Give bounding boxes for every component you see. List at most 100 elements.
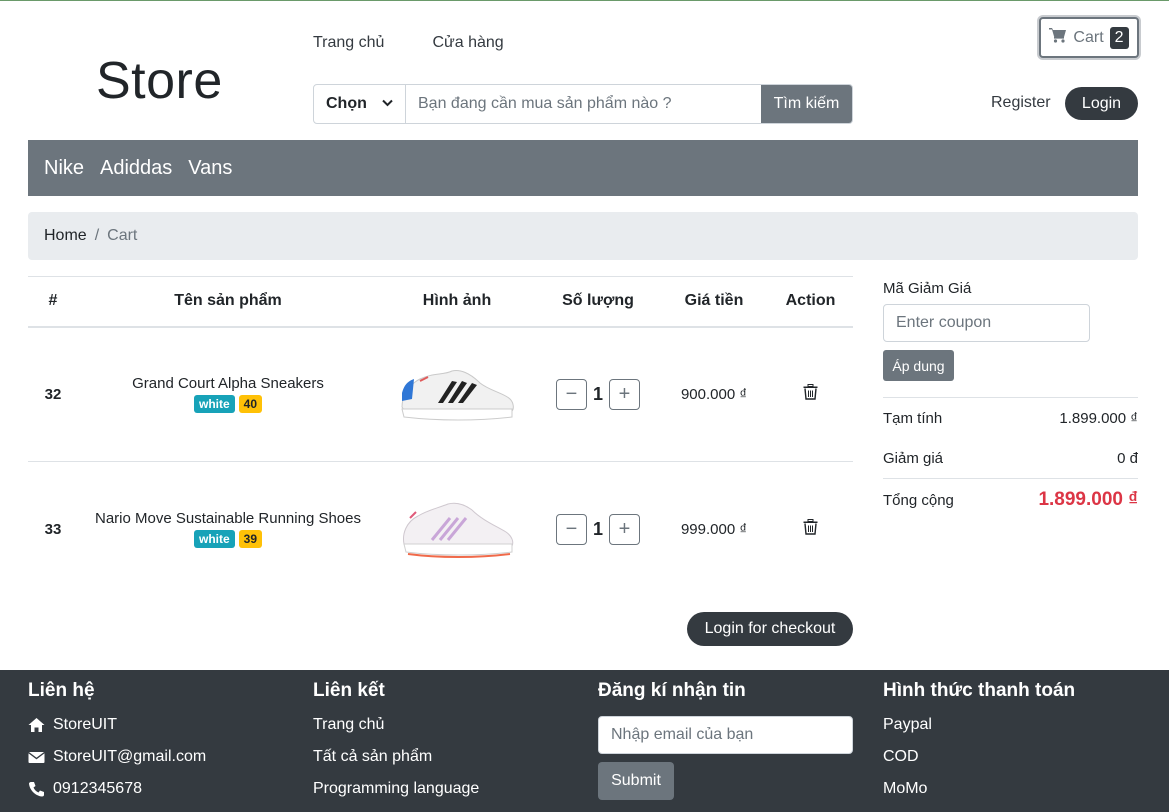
decrease-quantity-button[interactable]: − <box>556 513 587 545</box>
delete-trash-icon[interactable] <box>803 384 818 400</box>
product-info-cell: Nario Move Sustainable Running Shoes whi… <box>78 462 378 597</box>
product-image[interactable] <box>398 363 516 425</box>
product-image[interactable] <box>398 498 516 560</box>
total-row: Tổng cộng 1.899.000 ₫ <box>883 489 1138 511</box>
top-nav: Trang chủ Cửa hàng <box>313 34 504 52</box>
total-value: 1.899.000 ₫ <box>1038 489 1138 510</box>
table-header-row: # Tên sản phẩm Hình ảnh Số lượng Giá tiề… <box>28 276 853 328</box>
quantity-cell: − 1 + <box>536 462 660 597</box>
footer-links-title: Liên kết <box>313 680 385 701</box>
apply-coupon-button[interactable]: Áp dung <box>883 350 954 381</box>
size-badge: 40 <box>238 395 263 414</box>
search-button[interactable]: Tìm kiếm <box>761 85 852 123</box>
nav-shop-link[interactable]: Cửa hàng <box>432 34 503 52</box>
coupon-input[interactable] <box>883 304 1090 342</box>
subtotal-row: Tạm tính 1.899.000 ₫ <box>883 410 1138 427</box>
category-select[interactable]: Chọn <box>314 85 406 123</box>
breadcrumb-home-link[interactable]: Home <box>44 227 87 245</box>
footer-payment: Hình thức thanh toán Paypal COD MoMo <box>883 680 1075 812</box>
breadcrumb-current: Cart <box>107 227 138 244</box>
login-for-checkout-button[interactable]: Login for checkout <box>687 612 853 646</box>
discount-value: 0 đ <box>1117 450 1138 467</box>
nav-home-link[interactable]: Trang chủ <box>313 34 384 52</box>
search-input[interactable] <box>406 85 761 123</box>
login-button[interactable]: Login <box>1065 87 1138 120</box>
action-cell <box>768 462 853 597</box>
home-icon <box>28 718 45 732</box>
table-row: 33 Nario Move Sustainable Running Shoes … <box>28 462 853 597</box>
size-badge: 39 <box>238 530 263 549</box>
product-id: 33 <box>44 520 62 538</box>
color-badge: white <box>193 395 235 414</box>
summary-divider <box>883 478 1138 479</box>
product-price: 999.000 ₫ <box>680 520 748 538</box>
product-image-cell <box>378 462 536 597</box>
column-header-price: Giá tiền <box>660 276 768 328</box>
footer-link-all-products[interactable]: Tất cả sản phẩm <box>313 748 479 780</box>
footer-payment-title: Hình thức thanh toán <box>883 680 1076 701</box>
cart-button[interactable]: Cart 2 <box>1039 17 1139 58</box>
product-price: 900.000 ₫ <box>660 326 768 462</box>
breadcrumb-separator: / <box>94 227 100 244</box>
column-header-number: # <box>28 276 78 328</box>
increase-quantity-button[interactable]: + <box>609 378 640 410</box>
quantity-stepper: − 1 + <box>556 378 640 410</box>
newsletter-email-input[interactable] <box>598 716 853 754</box>
footer-contact-phone: 0912345678 <box>28 780 206 812</box>
color-badge: white <box>193 530 235 549</box>
product-name[interactable]: Grand Court Alpha Sneakers <box>78 375 378 392</box>
newsletter-submit-button[interactable]: Submit <box>598 762 674 800</box>
total-label: Tổng cộng <box>883 491 954 509</box>
footer: Liên hệ StoreUIT StoreUIT@gmail.com 0912… <box>0 670 1169 812</box>
footer-contact-email: StoreUIT@gmail.com <box>28 748 206 780</box>
brand-vans-link[interactable]: Vans <box>188 157 232 180</box>
column-header-action: Action <box>768 276 853 328</box>
payment-method-momo: MoMo <box>883 780 928 797</box>
cart-label: Cart <box>1073 28 1104 46</box>
product-name[interactable]: Nario Move Sustainable Running Shoes <box>78 510 378 527</box>
delete-trash-icon[interactable] <box>803 519 818 535</box>
coupon-label: Mã Giảm Giá <box>883 280 972 297</box>
footer-link-programming-language[interactable]: Programming language <box>313 780 479 812</box>
cart-icon <box>1049 27 1067 48</box>
decrease-quantity-button[interactable]: − <box>556 378 587 410</box>
cart-count-badge: 2 <box>1109 26 1129 49</box>
column-header-quantity: Số lượng <box>536 276 660 328</box>
register-link[interactable]: Register <box>991 94 1051 112</box>
product-id: 32 <box>28 326 78 462</box>
discount-label: Giảm giá <box>883 450 944 467</box>
search-bar: Chọn Tìm kiếm <box>313 84 853 124</box>
subtotal-value: 1.899.000 ₫ <box>1059 410 1138 427</box>
brand-adidas-link[interactable]: Adiddas <box>100 157 172 180</box>
cart-table: # Tên sản phẩm Hình ảnh Số lượng Giá tiề… <box>28 276 853 597</box>
store-logo[interactable]: Store <box>96 51 223 111</box>
footer-contact-store: StoreUIT <box>28 716 206 748</box>
column-header-name: Tên sản phẩm <box>78 276 378 328</box>
summary-divider <box>883 397 1138 398</box>
column-header-image: Hình ảnh <box>378 276 536 328</box>
footer-phone[interactable]: 0912345678 <box>53 780 142 798</box>
phone-icon <box>29 782 44 797</box>
footer-email[interactable]: StoreUIT@gmail.com <box>53 748 206 766</box>
increase-quantity-button[interactable]: + <box>609 513 640 545</box>
envelope-icon <box>28 751 45 763</box>
footer-newsletter: Đăng kí nhận tin Submit <box>598 680 853 800</box>
action-cell <box>768 326 853 462</box>
discount-row: Giảm giá 0 đ <box>883 450 1138 467</box>
quantity-value: 1 <box>593 518 604 539</box>
product-info-cell: Grand Court Alpha Sneakers white 40 <box>78 326 378 462</box>
footer-link-home[interactable]: Trang chủ <box>313 716 479 748</box>
quantity-stepper: − 1 + <box>556 513 640 545</box>
chevron-down-icon <box>382 98 393 110</box>
category-select-label: Chọn <box>326 95 367 112</box>
product-image-cell <box>378 326 536 462</box>
brand-nike-link[interactable]: Nike <box>44 157 84 180</box>
footer-newsletter-title: Đăng kí nhận tin <box>598 680 746 701</box>
subtotal-label: Tạm tính <box>883 410 943 427</box>
brand-nav: Nike Adiddas Vans <box>28 140 1138 196</box>
payment-method-cod: COD <box>883 748 919 765</box>
footer-contact: Liên hệ StoreUIT StoreUIT@gmail.com 0912… <box>28 680 206 812</box>
quantity-cell: − 1 + <box>536 326 660 462</box>
footer-store-name: StoreUIT <box>53 716 118 733</box>
footer-links: Liên kết Trang chủ Tất cả sản phẩm Progr… <box>313 680 479 812</box>
